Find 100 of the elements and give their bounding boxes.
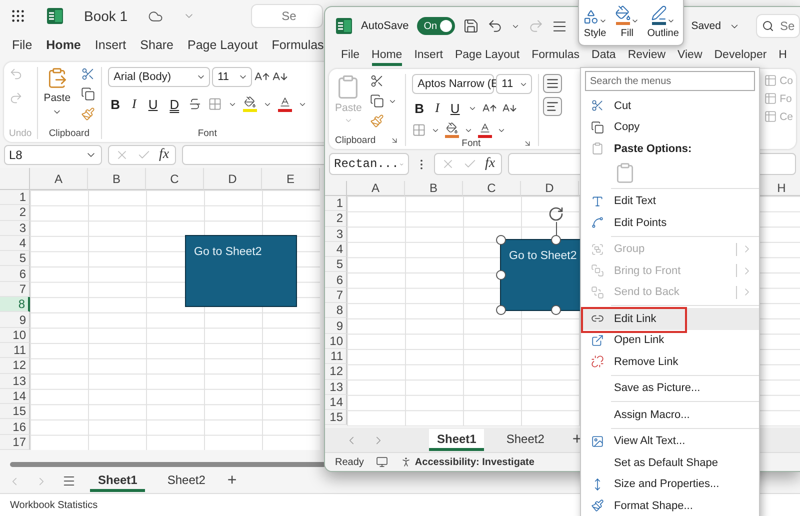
borders-icon[interactable] [208,97,222,111]
menu-item[interactable]: Cut [581,95,759,116]
spreadsheet-logo-icon [46,7,64,25]
paste-label[interactable]: Paste [44,92,71,104]
ribbon-tab[interactable]: Formulas [532,46,580,66]
sheet-tab[interactable]: Sheet2 [498,429,552,451]
toolbar-button[interactable]: Fill [613,5,642,39]
sheet-tab[interactable]: Sheet2 [159,470,214,492]
document-title[interactable]: Book 1 [84,8,128,24]
rectangle-shape[interactable]: Go to Sheet2 [185,235,297,307]
ribbon-tab[interactable]: Formulas [272,35,324,57]
ribbon-tab[interactable]: Home [46,35,81,57]
ribbon-tab[interactable]: Review [628,46,666,66]
group-label: Font [462,138,481,149]
menu-item[interactable]: Format Shape... [581,495,759,516]
ribbon-tab[interactable]: Page Layout [188,35,258,57]
format-button[interactable]: I [128,95,140,113]
cut-icon [590,99,604,112]
ribbon-tab[interactable]: Share [140,35,174,57]
font-color-icon[interactable] [478,122,492,138]
menu-item[interactable]: Copy [581,116,759,138]
ribbon-tab[interactable]: File [12,35,32,57]
menu-icon[interactable] [62,474,76,488]
ribbon-tab[interactable]: H [778,46,787,66]
autosave-toggle[interactable]: On [416,17,455,35]
menu-item[interactable]: Size and Properties... [581,474,759,495]
insert-function-label[interactable]: fx [485,156,496,172]
menu-item[interactable]: Remove Link [581,351,759,372]
resize-handle[interactable] [496,270,506,280]
menu-item[interactable]: Edit Text [581,190,759,212]
menu-item[interactable]: Assign Macro... [581,404,759,426]
cut-icon[interactable] [370,74,384,88]
horizontal-scrollbar[interactable] [10,462,326,467]
table-style-icon[interactable] [764,110,777,123]
table-style-icon[interactable] [764,92,777,105]
resize-handle[interactable] [496,235,506,245]
cut-icon[interactable] [80,67,95,81]
table-style-icon[interactable] [764,74,777,87]
ribbon-tab[interactable]: Developer [714,46,767,66]
ribbon-tab[interactable]: View [678,46,702,66]
menu-item[interactable]: Set as Default Shape [581,452,759,474]
name-box[interactable]: L8 [4,145,102,165]
format-button[interactable]: I [432,99,442,117]
add-sheet-button[interactable]: + [227,472,237,490]
dialog-launcher-icon[interactable] [390,136,399,145]
toolbar-button[interactable]: Style [581,9,610,39]
fill-color-icon[interactable] [444,122,459,138]
format-painter-icon[interactable] [80,107,95,121]
rotation-handle[interactable] [547,206,565,236]
resize-handle[interactable] [496,305,506,315]
chevron-down-icon [667,17,676,25]
font-color-icon[interactable] [278,96,292,112]
fill-color-icon[interactable] [243,96,258,112]
menu-search-field[interactable]: Search the menus [585,71,755,91]
resize-handle[interactable] [551,235,561,245]
shapes-icon [583,9,600,25]
font-size-field[interactable]: 11 [496,74,532,94]
format-button[interactable]: U [447,99,463,117]
menu-item[interactable]: Save as Picture... [581,378,759,399]
dialog-launcher-icon[interactable] [522,139,532,148]
app-launcher-icon[interactable] [10,8,26,24]
ribbon-tab[interactable]: Insert [414,46,443,66]
align-left-icon[interactable] [542,97,562,116]
ribbon-tab[interactable]: Insert [94,35,126,57]
macro-recording-icon[interactable] [376,456,388,468]
menu-item[interactable]: View Alt Text... [581,430,759,452]
search-field[interactable]: Se [756,14,800,38]
menu-item[interactable]: Open Link [581,330,759,351]
format-painter-icon[interactable] [370,114,384,128]
toolbar-button[interactable]: Outline [645,5,681,39]
align-top-icon[interactable] [542,74,562,93]
saved-status[interactable]: Saved [691,20,721,32]
ribbon-tab[interactable]: Home [372,46,402,66]
resize-handle[interactable] [551,305,561,315]
menu-item[interactable]: Edit Points [581,212,759,234]
name-box[interactable]: Rectan... [329,153,409,175]
row-header[interactable]: 8 [0,297,30,312]
borders-icon[interactable] [412,123,426,137]
ribbon-tab[interactable]: Data [592,46,616,66]
format-button[interactable]: B [412,99,428,117]
copy-icon[interactable] [370,94,384,108]
format-button[interactable]: B [108,95,123,113]
insert-function-label[interactable]: fx [159,147,170,163]
save-icon[interactable] [462,18,479,34]
font-size-field[interactable]: 11 [212,67,252,87]
format-button[interactable]: D [166,95,182,113]
paste-icon[interactable] [46,67,68,89]
search-field[interactable]: Se [250,4,323,28]
undo-icon[interactable] [486,18,503,34]
strikethrough-icon[interactable] [188,97,202,111]
accessibility-icon[interactable] [400,456,412,468]
font-name-field[interactable]: Arial (Body) [108,67,210,87]
align-icon[interactable] [552,18,567,34]
sheet-tab[interactable]: Sheet1 [429,429,484,451]
ribbon-tab[interactable]: Page Layout [454,46,520,66]
copy-icon[interactable] [80,87,95,101]
accessibility-status[interactable]: Accessibility: Investigate [414,456,534,468]
status-text[interactable]: Workbook Statistics [10,500,98,510]
ribbon-tab[interactable]: File [341,46,360,66]
format-button[interactable]: U [145,95,161,113]
